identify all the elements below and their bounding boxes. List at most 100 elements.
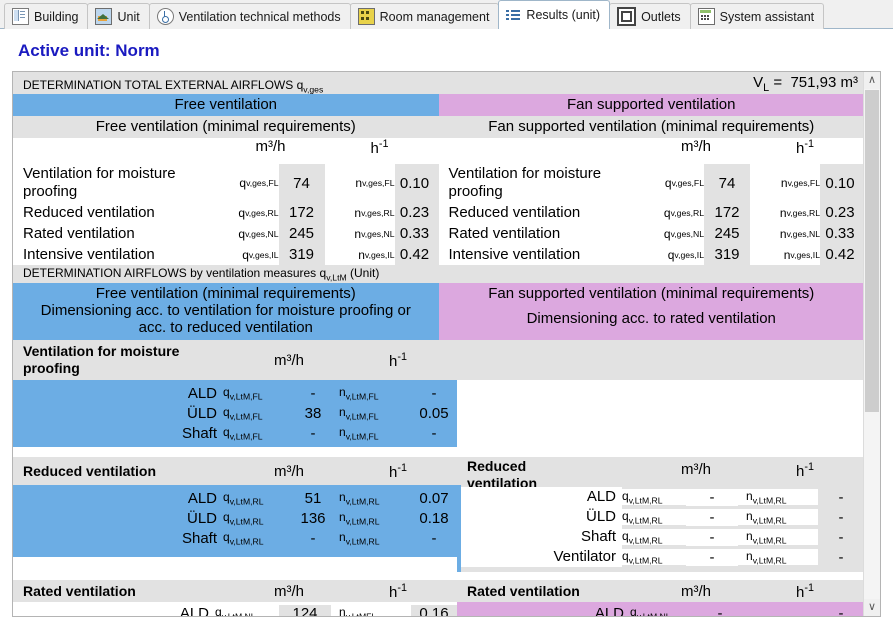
table-row: ÜLD qv,LtM,RL - nv,LtM,RL -	[461, 507, 864, 527]
block-rows: ALD qv,LtM,NL 124 nv,LtMFL 0.16 ÜLD qv,L…	[13, 602, 457, 616]
scroll-up-button[interactable]: ∧	[864, 72, 880, 89]
row-flow-value: 74	[704, 164, 750, 202]
section2-caption-bar: DETERMINATION AIRFLOWS by ventilation me…	[13, 265, 864, 283]
row-symbol-n: nv,LtM,RL	[339, 529, 380, 547]
row-symbol-n: n v,ges,FL	[355, 176, 395, 190]
row-label: ALD	[179, 604, 209, 617]
row-symbol-n: n v,ges,IL	[783, 247, 820, 262]
tab-building[interactable]: Building	[4, 3, 89, 29]
row-rate-value: 0.23	[394, 202, 439, 223]
building-icon	[12, 8, 29, 25]
scrollbar-thumb[interactable]	[865, 90, 879, 412]
block-rows: ALD qv,LtM,RL - nv,LtM,RL - ÜLD qv,LtM,R…	[457, 485, 864, 572]
row-flow-value: -	[686, 548, 738, 566]
table-row: Reduced ventilation q v,ges,RL 172 n v,ges…	[439, 202, 864, 223]
row-rate-value: -	[838, 528, 844, 546]
unit-flow-label: m³/h	[274, 351, 304, 369]
scroll-down-button[interactable]: ∨	[864, 599, 880, 616]
fan-supported-ventilation-header: Fan supported ventilation	[438, 94, 864, 116]
row-label: ALD	[187, 384, 217, 402]
row-symbol-n: nv,LtMFL	[339, 604, 376, 616]
row-symbol-n: nv,LtM,RL	[738, 528, 818, 546]
section2-left-header: Free ventilation (minimal requirements) …	[13, 283, 439, 340]
tab-results-unit[interactable]: Results (unit)	[498, 0, 611, 29]
table-row: Ventilation for moisture proofing q v,ges…	[439, 164, 864, 202]
row-rate-value: 0.42	[820, 244, 864, 265]
row-label: Ventilator	[461, 547, 622, 567]
tab-label: Results (unit)	[526, 8, 601, 22]
unit-rate-label: h-1	[389, 461, 407, 481]
row-symbol-q: q v,ges,NL	[663, 226, 704, 241]
unit-rate-label: h-1	[796, 138, 814, 157]
row-flow-value: 136	[300, 509, 326, 527]
row-label: Reduced ventilation	[23, 204, 155, 221]
row-flow-value: -	[310, 529, 316, 547]
block-gap	[13, 447, 864, 457]
tab-room-management[interactable]: Room management	[349, 3, 500, 29]
row-rate-value: 0.42	[394, 244, 439, 265]
block-moisture-proofing: Ventilation for moisture proofing m³/h h…	[13, 340, 864, 447]
table-row: ÜLD qv,LtM,RL 136 nv,LtM,RL 0.18	[13, 508, 457, 528]
header-line-1: Fan supported ventilation (minimal requi…	[488, 285, 815, 302]
row-symbol-q: q v,ges,RL	[663, 205, 704, 220]
table-row: Rated ventilation q v,ges,NL 245 n v,ges,N…	[439, 223, 864, 244]
row-flow-value: 74	[278, 164, 325, 202]
tab-label: Ventilation technical methods	[178, 9, 341, 24]
row-rate-value: -	[431, 424, 437, 442]
row-symbol-n: nv,LtM,RL	[738, 548, 818, 566]
row-flow-value: 245	[704, 223, 750, 244]
row-symbol-n: nv,LtM,RL	[339, 489, 380, 507]
tab-outlets[interactable]: Outlets	[609, 3, 691, 29]
block-title: Rated ventilation	[467, 582, 580, 599]
report-frame: DETERMINATION TOTAL EXTERNAL AIRFLOWS qv…	[12, 71, 881, 617]
unit-rate-label: h-1	[370, 138, 389, 157]
tab-unit[interactable]: Unit	[87, 3, 150, 29]
row-symbol-n: n v,ges,NL	[354, 226, 395, 241]
block-left: Ventilation for moisture proofing m³/h h…	[13, 340, 457, 447]
row-symbol-q: q v,ges,IL	[667, 247, 704, 262]
unit-flow-label: m³/h	[681, 461, 711, 478]
row-label: Rated ventilation	[448, 225, 561, 242]
outlet-icon	[617, 7, 637, 26]
block-reduced-ventilation: Reduced ventilation m³/h h-1 ALD qv,LtM,…	[13, 457, 864, 572]
unit-rate-label: h-1	[389, 350, 407, 370]
table-row: Intensive ventilation q v,ges,IL 319 n v,g…	[439, 244, 864, 265]
tab-label: Building	[34, 9, 79, 24]
table-row: ÜLD qv,LtM,FL 38 nv,LtM,FL 0.05	[13, 403, 457, 423]
block-rows: ALD qv,LtM,FL - nv,LtM,FL - ÜLD qv,LtM,F…	[13, 380, 457, 447]
block-rows: ALD qv,LtM,RL 51 nv,LtM,RL 0.07 ÜLD qv,L…	[13, 485, 457, 557]
tab-ventilation-technical-methods[interactable]: Ventilation technical methods	[148, 3, 351, 29]
section2-header-row: Free ventilation (minimal requirements) …	[13, 283, 864, 340]
unit-flow-label: m³/h	[274, 582, 304, 600]
row-symbol-q: qv,LtM,NL	[630, 604, 671, 616]
row-symbol-n: nv,LtM,RL	[339, 509, 380, 527]
building-volume: VL = 751,93 m³	[753, 74, 858, 94]
row-symbol-q: qv,LtM,FL	[223, 424, 263, 442]
block-header: Rated ventilation m³/h h-1	[13, 580, 457, 602]
row-label: Shaft	[461, 527, 622, 547]
free-ventilation-header: Free ventilation	[13, 94, 439, 116]
row-rate-value: -	[838, 508, 844, 526]
row-label: Ventilation for moisture proofing	[448, 165, 602, 200]
row-symbol-q: q v,ges,IL	[242, 247, 279, 262]
results-page: Active unit: Norm DETERMINATION TOTAL EX…	[0, 41, 893, 617]
row-symbol-q: q v,ges,NL	[238, 226, 279, 241]
calculator-icon	[697, 8, 715, 25]
row-label: ALD	[187, 489, 217, 507]
table-row: Intensive ventilation q v,ges,IL 319 n v,g…	[13, 244, 439, 265]
row-symbol-n: nv,LtM,RL	[738, 488, 818, 506]
row-label: ÜLD	[186, 509, 217, 527]
vertical-scrollbar[interactable]: ∧ ∨	[863, 72, 880, 616]
block-header: Ventilation for moisture proofing m³/h h…	[13, 340, 457, 380]
table-row: ALD qv,LtM,RL - nv,LtM,RL -	[461, 487, 864, 507]
row-symbol-q: qv,LtM,RL	[223, 509, 264, 527]
table-row: ALD qv,LtM,NL - -	[457, 603, 864, 617]
tab-system-assistant[interactable]: System assistant	[689, 3, 825, 29]
row-symbol-n: n v,ges,NL	[779, 226, 820, 241]
row-rate-value: 0.05	[419, 404, 449, 422]
section1-caption: DETERMINATION TOTAL EXTERNAL AIRFLOWS qv…	[23, 77, 324, 94]
row-label: Intensive ventilation	[23, 246, 155, 263]
row-symbol-q: qv,LtM,RL	[622, 528, 686, 546]
row-rate-value: 0.10	[394, 164, 439, 202]
